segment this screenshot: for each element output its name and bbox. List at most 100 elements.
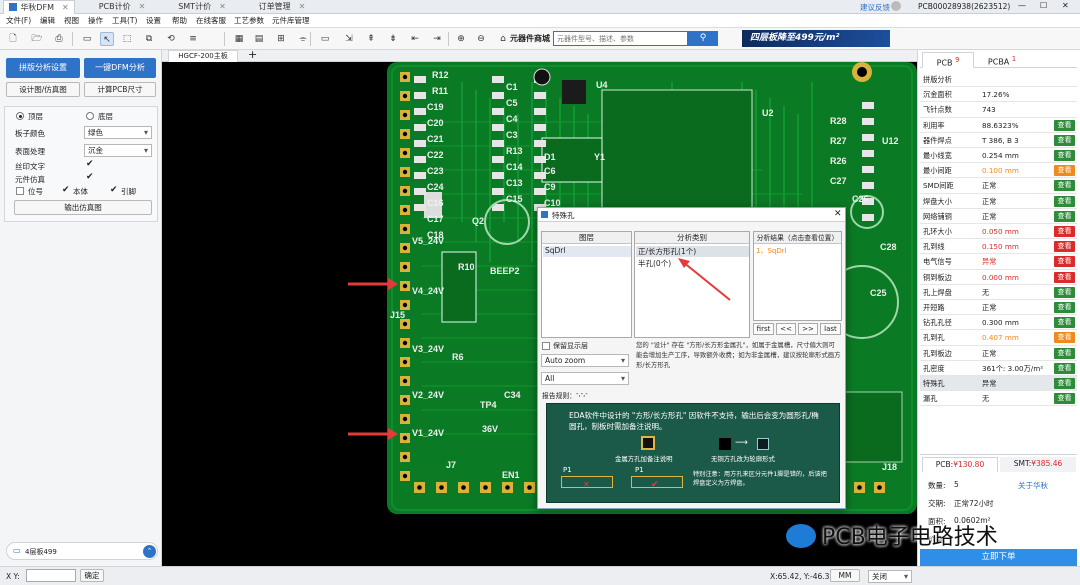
analysis-row[interactable]: 利用率 88.6323% 查看 bbox=[920, 118, 1077, 133]
align-icon[interactable]: ≡ bbox=[186, 32, 200, 46]
component-sim-check-icon[interactable]: ✔ bbox=[86, 173, 94, 182]
analysis-row[interactable]: 器件焊点 T 386, B 3 查看 bbox=[920, 133, 1077, 148]
menu-edit[interactable]: 编辑 bbox=[40, 14, 55, 28]
filter-select[interactable]: All bbox=[541, 372, 629, 385]
surface-finish-select[interactable]: 沉金 bbox=[84, 144, 152, 157]
analysis-row[interactable]: 孔环大小 0.050 mm 查看 bbox=[920, 224, 1077, 240]
close-tab-icon[interactable]: ✕ bbox=[139, 2, 146, 11]
nav-first-button[interactable]: first bbox=[753, 323, 774, 335]
refdes-checkbox[interactable] bbox=[16, 187, 24, 195]
analysis-row[interactable]: 最小线宽 0.254 mm 查看 bbox=[920, 148, 1077, 164]
pointer-icon[interactable]: ↖ bbox=[100, 32, 114, 46]
tab-huaqiu-dfm[interactable]: 华秋DFM ✕ bbox=[3, 0, 75, 14]
top-layer-radio[interactable] bbox=[16, 112, 24, 120]
analysis-row[interactable]: 孔到孔 0.407 mm 查看 bbox=[920, 330, 1077, 346]
close-tab-icon[interactable]: ✕ bbox=[299, 2, 306, 11]
unit-toggle-button[interactable]: MM bbox=[830, 569, 860, 582]
view-button[interactable]: 查看 bbox=[1054, 165, 1075, 177]
tab-pcb-price[interactable]: PCB计价 ✕ bbox=[82, 0, 162, 14]
component-search-input[interactable] bbox=[553, 31, 688, 46]
nav-next-button[interactable]: >> bbox=[798, 323, 818, 335]
select-icon[interactable]: ▭ bbox=[80, 32, 94, 46]
component-icon[interactable]: ▭ bbox=[318, 32, 332, 46]
board-color-select[interactable]: 绿色 bbox=[84, 126, 152, 139]
measure-icon[interactable]: ⊞ bbox=[274, 32, 288, 46]
xy-confirm-button[interactable]: 确定 bbox=[80, 569, 104, 582]
view-button[interactable]: 查看 bbox=[1054, 332, 1075, 344]
price-tab-pcb[interactable]: PCB:¥130.80 bbox=[922, 457, 998, 472]
price-tab-smt[interactable]: SMT:¥385.46 bbox=[1000, 457, 1076, 472]
analysis-row[interactable]: 开短路 正常 查看 bbox=[920, 300, 1077, 316]
menu-help[interactable]: 帮助 bbox=[172, 14, 187, 28]
one-click-dfm-button[interactable]: 一键DFM分析 bbox=[84, 58, 156, 78]
analysis-row[interactable]: 网络铺铜 正常 查看 bbox=[920, 209, 1077, 224]
move-down-icon[interactable]: ⇟ bbox=[386, 32, 400, 46]
menu-component-lib[interactable]: 元件库管理 bbox=[272, 14, 310, 28]
design-sim-button[interactable]: 设计图/仿真图 bbox=[6, 82, 80, 97]
snap-select[interactable]: 关闭 bbox=[868, 570, 912, 583]
move-left-icon[interactable]: ⇤ bbox=[408, 32, 422, 46]
analysis-row[interactable]: SMD间距 正常 查看 bbox=[920, 178, 1077, 194]
export-icon[interactable]: ⇲ bbox=[342, 32, 356, 46]
analysis-row[interactable]: 飞针点数 743 bbox=[920, 102, 1077, 118]
zoom-in-icon[interactable]: ⊕ bbox=[454, 32, 468, 46]
drc-icon[interactable]: ⌯ bbox=[296, 32, 310, 46]
home-icon[interactable]: ⌂ bbox=[496, 32, 510, 46]
analysis-row[interactable]: 拼版分析 bbox=[920, 72, 1077, 88]
analysis-row[interactable]: 孔到板边 正常 查看 bbox=[920, 346, 1077, 361]
zoom-area-icon[interactable]: ⬚ bbox=[120, 32, 134, 46]
view-button[interactable]: 查看 bbox=[1054, 119, 1075, 131]
tab-orders[interactable]: 订单管理 ✕ bbox=[242, 0, 322, 14]
analysis-row[interactable]: 最小间距 0.100 mm 查看 bbox=[920, 163, 1077, 179]
layer-item-sqdrl[interactable]: SqDrl bbox=[543, 246, 631, 257]
silkscreen-check-icon[interactable]: ✔ bbox=[86, 160, 94, 169]
view-button[interactable]: 查看 bbox=[1054, 226, 1075, 237]
analysis-row[interactable]: 孔到线 0.150 mm 查看 bbox=[920, 239, 1077, 255]
analysis-row[interactable]: 漏孔 无 查看 bbox=[920, 391, 1077, 407]
layer-icon[interactable]: ▦ bbox=[232, 32, 246, 46]
grid-icon[interactable]: ▤ bbox=[252, 32, 266, 46]
view-button[interactable]: 查看 bbox=[1054, 210, 1075, 222]
print-icon[interactable]: ⎙ bbox=[52, 32, 66, 46]
promo-banner[interactable]: 四层板降至499元/m² bbox=[742, 30, 890, 47]
menu-settings[interactable]: 设置 bbox=[146, 14, 161, 28]
move-right-icon[interactable]: ⇥ bbox=[430, 32, 444, 46]
analysis-row[interactable]: 特殊孔 异常 查看 bbox=[920, 376, 1077, 392]
dialog-close-icon[interactable]: ✕ bbox=[834, 209, 842, 219]
pin-check-icon[interactable]: ✔ bbox=[110, 186, 118, 195]
expand-up-icon[interactable]: ⌃ bbox=[143, 545, 156, 558]
close-icon[interactable]: ✕ bbox=[1062, 1, 1069, 10]
analysis-row[interactable]: 沉金面积 17.26% bbox=[920, 87, 1077, 103]
close-tab-icon[interactable]: ✕ bbox=[62, 3, 69, 12]
analysis-row[interactable]: 焊盘大小 正常 查看 bbox=[920, 194, 1077, 209]
view-button[interactable]: 查看 bbox=[1054, 362, 1075, 374]
view-button[interactable]: 查看 bbox=[1054, 271, 1075, 283]
feedback-link[interactable]: 建议反馈 bbox=[860, 2, 890, 13]
tab-pcba[interactable]: PCBA 1 bbox=[976, 52, 1028, 68]
doc-tab-mainboard[interactable]: HGCF-200主板 bbox=[168, 50, 238, 62]
export-sim-button[interactable]: 输出仿真图 bbox=[14, 200, 152, 215]
result-item-1[interactable]: 1、SqDrl bbox=[756, 246, 787, 256]
view-button[interactable]: 查看 bbox=[1054, 393, 1075, 405]
maximize-icon[interactable]: ☐ bbox=[1040, 1, 1047, 10]
menu-operate[interactable]: 操作 bbox=[88, 14, 103, 28]
move-up-icon[interactable]: ⇞ bbox=[364, 32, 378, 46]
notice-bar[interactable]: ▭ 4层板499 ⌃ bbox=[6, 542, 158, 560]
nav-last-button[interactable]: last bbox=[820, 323, 841, 335]
add-tab-icon[interactable]: + bbox=[248, 48, 257, 61]
xy-input[interactable] bbox=[26, 569, 76, 582]
calc-pcb-size-button[interactable]: 计算PCB尺寸 bbox=[84, 82, 156, 97]
menu-view[interactable]: 视图 bbox=[64, 14, 79, 28]
rotate-icon[interactable]: ⟲ bbox=[164, 32, 178, 46]
zoom-out-icon[interactable]: ⊖ bbox=[474, 32, 488, 46]
analysis-row[interactable]: 孔上焊盘 无 查看 bbox=[920, 285, 1077, 300]
copy-icon[interactable]: ⧉ bbox=[142, 32, 156, 46]
tab-pcb[interactable]: PCB 9 bbox=[922, 52, 974, 68]
view-button[interactable]: 查看 bbox=[1054, 378, 1075, 389]
view-button[interactable]: 查看 bbox=[1054, 286, 1075, 298]
analysis-row[interactable]: 铜到板边 0.000 mm 查看 bbox=[920, 270, 1077, 285]
open-icon[interactable]: 🗁 bbox=[30, 32, 44, 46]
close-tab-icon[interactable]: ✕ bbox=[219, 2, 226, 11]
menu-online-service[interactable]: 在线客服 bbox=[196, 14, 226, 28]
view-button[interactable]: 查看 bbox=[1054, 134, 1075, 146]
